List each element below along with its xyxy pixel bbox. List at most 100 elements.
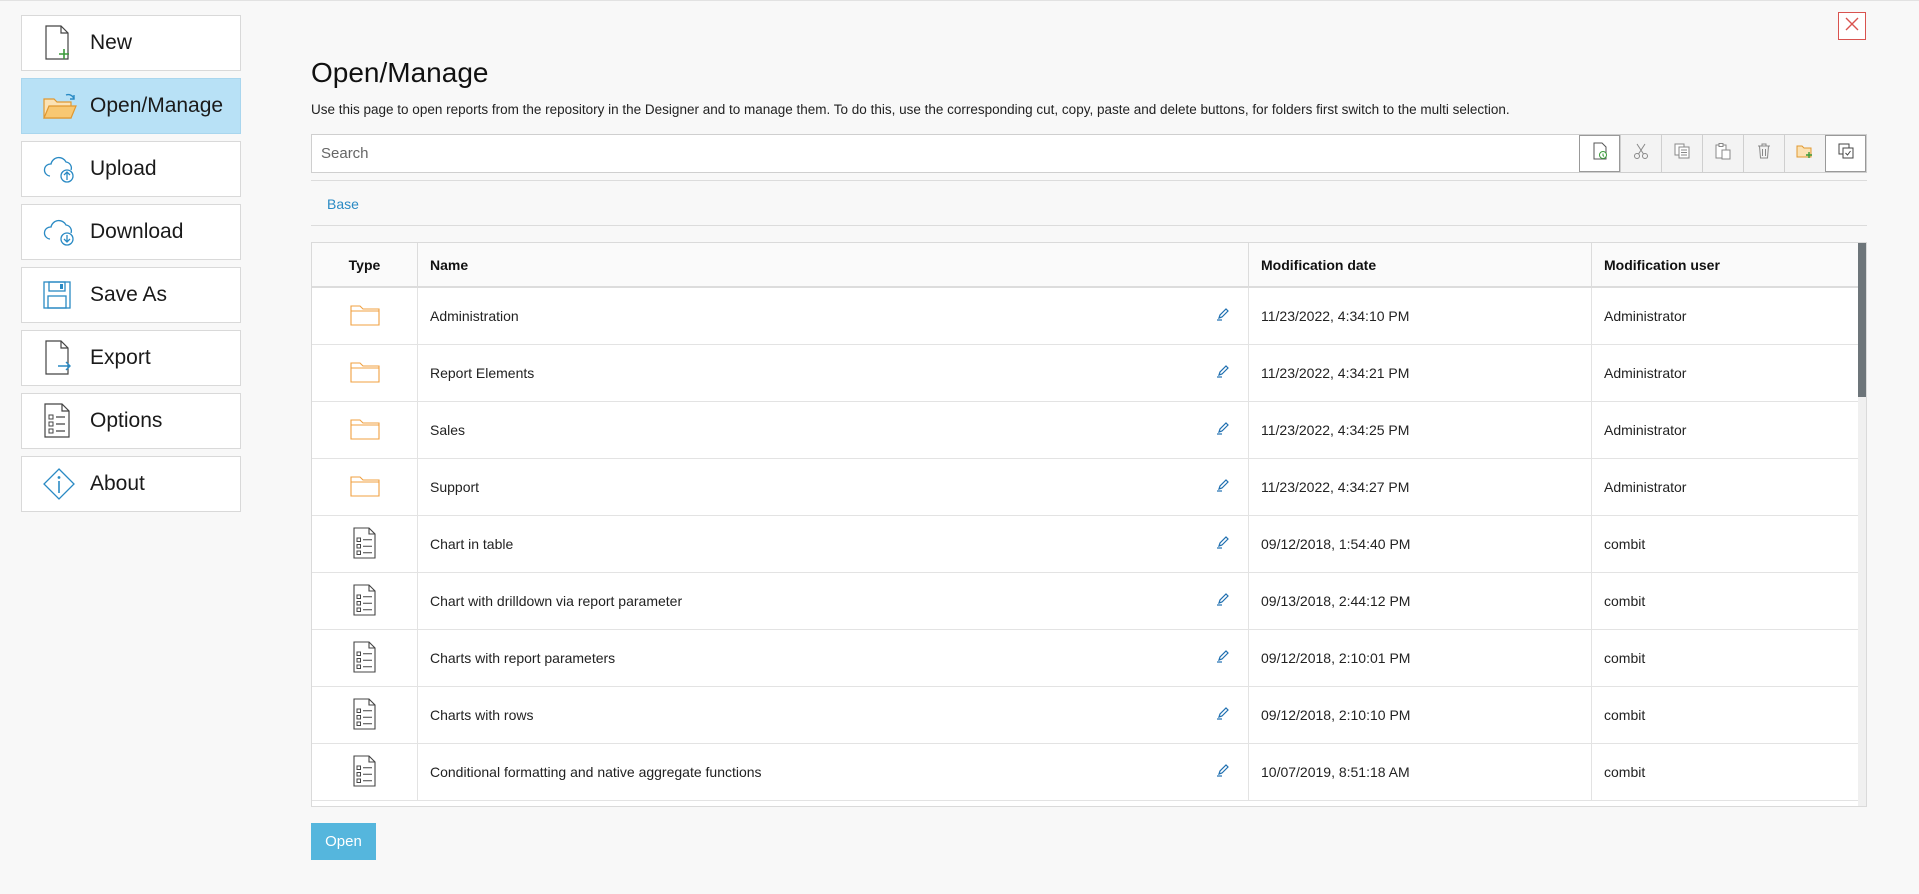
- report-table: Type Name Modification date Modification…: [311, 242, 1867, 807]
- sidebar-item-upload[interactable]: Upload: [21, 141, 241, 197]
- date-cell: 09/13/2018, 2:44:12 PM: [1249, 573, 1592, 629]
- rename-pencil-icon[interactable]: [1216, 307, 1230, 324]
- export-document-icon: [42, 338, 88, 378]
- rename-pencil-icon[interactable]: [1216, 706, 1230, 723]
- page-title: Open/Manage: [311, 57, 489, 88]
- sidebar: New Open/Manage Upload Download Save As …: [21, 15, 241, 519]
- open-report-button[interactable]: [1579, 135, 1620, 172]
- column-header-name[interactable]: Name: [418, 243, 1249, 286]
- table-row[interactable]: Chart with drilldown via report paramete…: [312, 573, 1866, 630]
- sidebar-item-options[interactable]: Options: [21, 393, 241, 449]
- column-header-date[interactable]: Modification date: [1249, 243, 1592, 286]
- date-cell: 11/23/2022, 4:34:10 PM: [1249, 288, 1592, 344]
- type-cell: [312, 459, 418, 515]
- rename-pencil-icon[interactable]: [1216, 592, 1230, 609]
- user-cell: combit: [1604, 650, 1646, 666]
- column-header-type[interactable]: Type: [312, 243, 418, 286]
- folder-icon: [349, 417, 380, 444]
- table-scrollbar[interactable]: [1858, 243, 1866, 806]
- sidebar-item-about[interactable]: About: [21, 456, 241, 512]
- sidebar-item-save-as[interactable]: Save As: [21, 267, 241, 323]
- name-cell: Charts with report parameters: [418, 630, 1249, 686]
- table-row[interactable]: Charts with report parameters 09/12/2018,…: [312, 630, 1866, 687]
- sidebar-item-new[interactable]: New: [21, 15, 241, 71]
- multi-selection-button[interactable]: [1825, 135, 1866, 172]
- rename-pencil-icon[interactable]: [1216, 763, 1230, 780]
- type-cell: [312, 630, 418, 686]
- search-input[interactable]: [312, 135, 1579, 172]
- sidebar-item-label: Upload: [90, 157, 157, 180]
- item-name: Chart with drilldown via report paramete…: [430, 593, 683, 609]
- sidebar-item-export[interactable]: Export: [21, 330, 241, 386]
- sidebar-item-label: Download: [90, 220, 184, 243]
- item-name: Charts with report parameters: [430, 650, 616, 666]
- cloud-upload-icon: [42, 149, 88, 189]
- date-cell: 11/23/2022, 4:34:21 PM: [1249, 345, 1592, 401]
- user-cell: combit: [1604, 536, 1646, 552]
- copy-button[interactable]: [1661, 135, 1702, 172]
- type-cell: [312, 687, 418, 743]
- scissors-icon: [1632, 142, 1650, 165]
- item-name: Sales: [430, 422, 466, 438]
- close-icon: [1844, 16, 1860, 37]
- options-list-icon: [42, 401, 88, 441]
- name-cell: Report Elements: [418, 345, 1249, 401]
- item-name: Chart in table: [430, 536, 514, 552]
- table-row[interactable]: Report Elements 11/23/2022, 4:34:21 PM Adm…: [312, 345, 1866, 402]
- date-cell: 09/12/2018, 2:10:01 PM: [1249, 630, 1592, 686]
- sidebar-item-label: Open/Manage: [90, 94, 224, 117]
- table-row[interactable]: Conditional formatting and native aggreg…: [312, 744, 1866, 801]
- report-icon: [352, 697, 378, 733]
- column-header-user[interactable]: Modification user: [1592, 243, 1860, 286]
- open-button[interactable]: Open: [311, 823, 376, 860]
- sidebar-item-label: New: [90, 31, 133, 54]
- delete-button[interactable]: [1743, 135, 1784, 172]
- close-button[interactable]: [1838, 12, 1866, 40]
- table-row[interactable]: Chart in table 09/12/2018, 1:54:40 PM comb…: [312, 516, 1866, 573]
- rename-pencil-icon[interactable]: [1216, 478, 1230, 495]
- rename-pencil-icon[interactable]: [1216, 364, 1230, 381]
- folder-icon: [349, 303, 380, 330]
- item-name: Administration: [430, 308, 519, 324]
- scrollbar-thumb[interactable]: [1858, 243, 1866, 397]
- user-cell: Administrator: [1604, 422, 1687, 438]
- folder-icon: [349, 474, 380, 501]
- table-row[interactable]: Charts with rows 09/12/2018, 2:10:10 PM co…: [312, 687, 1866, 744]
- name-cell: Conditional formatting and native aggreg…: [418, 744, 1249, 800]
- report-icon: [352, 583, 378, 619]
- type-cell: [312, 402, 418, 458]
- user-cell: Administrator: [1604, 479, 1687, 495]
- name-cell: Support: [418, 459, 1249, 515]
- table-header: Type Name Modification date Modification…: [312, 243, 1866, 288]
- breadcrumb-base[interactable]: Base: [327, 196, 359, 212]
- sidebar-item-label: About: [90, 472, 145, 495]
- paste-icon: [1714, 142, 1732, 165]
- folder-icon: [349, 360, 380, 387]
- user-cell: combit: [1604, 593, 1646, 609]
- sidebar-item-download[interactable]: Download: [21, 204, 241, 260]
- rename-pencil-icon[interactable]: [1216, 649, 1230, 666]
- date-cell: 11/23/2022, 4:34:27 PM: [1249, 459, 1592, 515]
- sidebar-item-label: Save As: [90, 283, 168, 306]
- new-folder-button[interactable]: [1784, 135, 1825, 172]
- cut-button[interactable]: [1620, 135, 1661, 172]
- paste-button[interactable]: [1702, 135, 1743, 172]
- item-name: Conditional formatting and native aggreg…: [430, 764, 762, 780]
- user-cell: Administrator: [1604, 308, 1687, 324]
- name-cell: Chart in table: [418, 516, 1249, 572]
- table-body: Administration 11/23/2022, 4:34:10 PM Admi…: [312, 288, 1866, 801]
- open-folder-icon: [42, 86, 88, 126]
- table-row[interactable]: Support 11/23/2022, 4:34:27 PM Administrat…: [312, 459, 1866, 516]
- item-name: Charts with rows: [430, 707, 534, 723]
- sidebar-item-open-manage[interactable]: Open/Manage: [21, 78, 241, 134]
- rename-pencil-icon[interactable]: [1216, 421, 1230, 438]
- divider: [311, 180, 1867, 181]
- table-row[interactable]: Sales 11/23/2022, 4:34:25 PM Administrator: [312, 402, 1866, 459]
- name-cell: Chart with drilldown via report paramete…: [418, 573, 1249, 629]
- page-description: Use this page to open reports from the r…: [311, 102, 1510, 117]
- report-icon: [352, 526, 378, 562]
- table-row[interactable]: Administration 11/23/2022, 4:34:10 PM Admi…: [312, 288, 1866, 345]
- rename-pencil-icon[interactable]: [1216, 535, 1230, 552]
- user-cell: combit: [1604, 764, 1646, 780]
- cloud-download-icon: [42, 212, 88, 252]
